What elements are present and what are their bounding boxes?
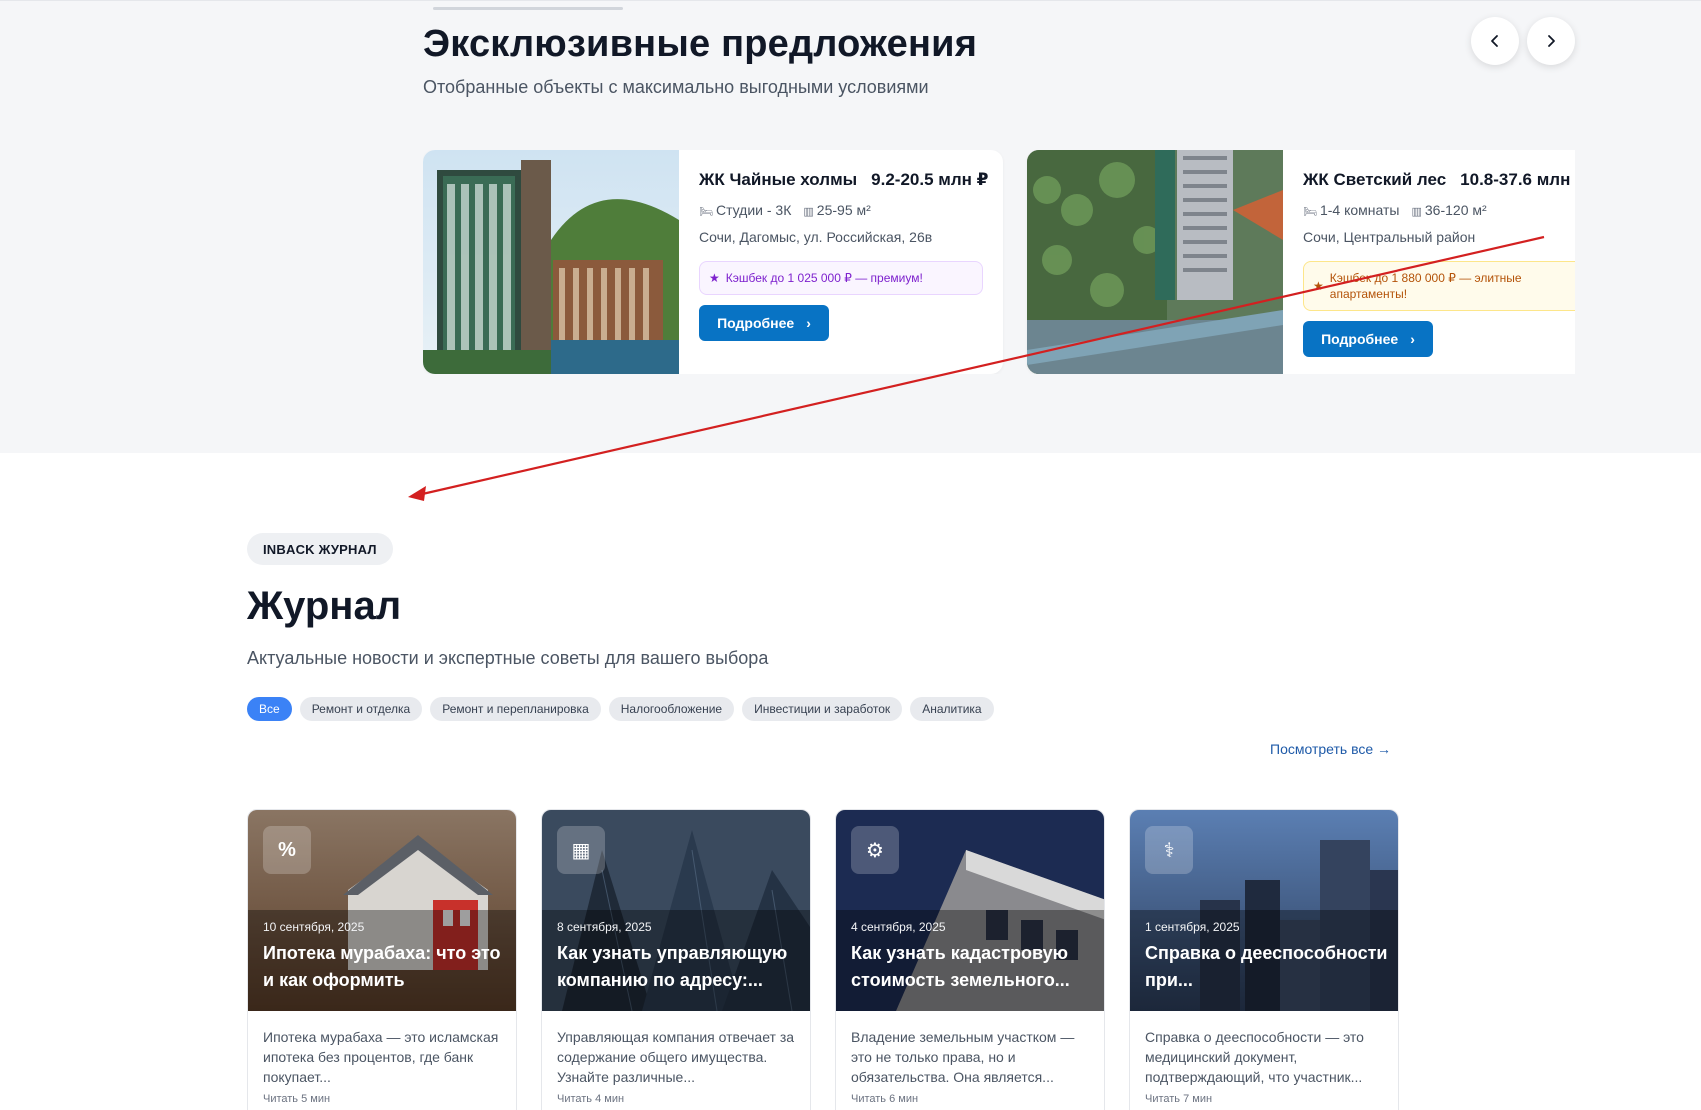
- article-title: Как узнать кадастровую стоимость земельн…: [851, 943, 1070, 990]
- article-title: Справка о дееспособности при...: [1145, 943, 1388, 990]
- filter-renovation[interactable]: Ремонт и отделка: [299, 697, 423, 721]
- offer-area: ▥ 25-95 м²: [803, 202, 871, 218]
- cashback-badge: ★ Кэшбек до 1 880 000 ₽ — элитные апарта…: [1303, 261, 1575, 311]
- offer-rooms: 🛏 1-4 комнаты: [1303, 202, 1400, 218]
- chevron-right-icon: [1548, 35, 1555, 47]
- journal-subtitle: Актуальные новости и экспертные советы д…: [247, 648, 769, 668]
- details-button[interactable]: Подробнее ›: [699, 305, 829, 341]
- details-button[interactable]: Подробнее ›: [1303, 321, 1433, 357]
- article-title: Как узнать управляющую компанию по адрес…: [557, 943, 788, 990]
- percent-icon: %: [263, 826, 311, 874]
- building-icon: ▦: [557, 826, 605, 874]
- bed-icon: 🛏: [699, 206, 713, 218]
- exclusive-offers-section: Эксклюзивные предложения Отобранные объе…: [0, 0, 1701, 453]
- article-date: 4 сентября, 2025: [851, 920, 946, 934]
- see-all-link[interactable]: Посмотреть все →: [1270, 741, 1391, 757]
- tractor-icon: ⚙: [851, 826, 899, 874]
- offer-card[interactable]: ЖК Светский лес 10.8-37.6 млн 🛏 1-4 комна…: [1027, 150, 1575, 374]
- chevron-right-icon: ›: [806, 315, 811, 331]
- article-image: ▦ 8 сентября, 2025 Как узнать управляющу…: [542, 810, 810, 1011]
- article-read-time: Читать 6 мин: [851, 1093, 919, 1105]
- journal-title: Журнал: [247, 584, 402, 628]
- offer-info: ЖК Светский лес 10.8-37.6 млн 🛏 1-4 комна…: [1303, 170, 1575, 357]
- carousel-next-button[interactable]: [1527, 17, 1575, 65]
- article-read-time: Читать 7 мин: [1145, 1093, 1213, 1105]
- article-image: % 10 сентября, 2025 Ипотека мурабаха: чт…: [248, 810, 516, 1011]
- offer-photo: [1027, 150, 1283, 374]
- offer-name: ЖК Чайные холмы: [699, 170, 858, 189]
- filter-analytics[interactable]: Аналитика: [910, 697, 994, 721]
- article-date: 8 сентября, 2025: [557, 920, 652, 934]
- offer-photo: [423, 150, 679, 374]
- category-filters: Все Ремонт и отделка Ремонт и перепланир…: [247, 697, 994, 721]
- star-icon: ★: [1313, 279, 1324, 293]
- star-icon: ★: [709, 271, 720, 285]
- article-read-time: Читать 5 мин: [263, 1093, 331, 1105]
- cashback-badge: ★ Кэшбек до 1 025 000 ₽ — премиум!: [699, 261, 983, 295]
- offer-card[interactable]: ЖК Чайные холмы 9.2-20.5 млн ₽ 🛏 Студии -…: [423, 150, 1003, 374]
- article-excerpt: Владение земельным участком — это не тол…: [851, 1029, 1075, 1085]
- offer-price: 9.2-20.5 млн ₽: [871, 170, 989, 189]
- filter-replanning[interactable]: Ремонт и перепланировка: [430, 697, 601, 721]
- article-excerpt: Справка о дееспособности — это медицинск…: [1145, 1029, 1364, 1085]
- filter-taxation[interactable]: Налогообложение: [608, 697, 735, 721]
- article-image: ⚙ 4 сентября, 2025 Как узнать кадастрову…: [836, 810, 1104, 1011]
- article-card[interactable]: ⚙ 4 сентября, 2025 Как узнать кадастрову…: [835, 809, 1105, 1110]
- stethoscope-icon: ⚕: [1145, 826, 1193, 874]
- chevron-left-icon: [1491, 35, 1498, 47]
- offers-carousel: ЖК Чайные холмы 9.2-20.5 млн ₽ 🛏 Студии -…: [423, 150, 1575, 374]
- section-tab-indicator: [433, 7, 623, 10]
- exclusive-title: Эксклюзивные предложения: [423, 23, 978, 65]
- articles-list: % 10 сентября, 2025 Ипотека мурабаха: чт…: [247, 809, 1399, 1110]
- article-card[interactable]: ⚕ 1 сентября, 2025 Справка о дееспособно…: [1129, 809, 1399, 1110]
- offer-address: Сочи, Дагомыс, ул. Российская, 26в: [699, 229, 933, 245]
- carousel-prev-button[interactable]: [1471, 17, 1519, 65]
- bed-icon: 🛏: [1303, 206, 1317, 218]
- offer-name: ЖК Светский лес: [1303, 170, 1447, 189]
- filter-all[interactable]: Все: [247, 697, 292, 721]
- offer-address: Сочи, Центральный район: [1303, 229, 1476, 245]
- article-card[interactable]: ▦ 8 сентября, 2025 Как узнать управляющу…: [541, 809, 811, 1110]
- article-excerpt: Ипотека мурабаха — это исламская ипотека…: [263, 1029, 499, 1085]
- article-title: Ипотека мурабаха: что это и как оформить: [263, 943, 501, 990]
- exclusive-subtitle: Отобранные объекты с максимально выгодны…: [423, 77, 929, 97]
- journal-chip: INBACK ЖУРНАЛ: [247, 533, 393, 565]
- article-read-time: Читать 4 мин: [557, 1093, 625, 1105]
- article-date: 1 сентября, 2025: [1145, 920, 1240, 934]
- article-date: 10 сентября, 2025: [263, 920, 365, 934]
- offer-area: ▥ 36-120 м²: [1411, 202, 1487, 218]
- article-excerpt: Управляющая компания отвечает за содержа…: [557, 1029, 795, 1085]
- offer-price: 10.8-37.6 млн: [1460, 170, 1571, 189]
- offer-info: ЖК Чайные холмы 9.2-20.5 млн ₽ 🛏 Студии -…: [699, 170, 991, 341]
- article-card[interactable]: % 10 сентября, 2025 Ипотека мурабаха: чт…: [247, 809, 517, 1110]
- filter-investments[interactable]: Инвестиции и заработок: [742, 697, 903, 721]
- article-image: ⚕ 1 сентября, 2025 Справка о дееспособно…: [1130, 810, 1398, 1011]
- offer-rooms: 🛏 Студии - 3К: [699, 202, 792, 218]
- area-icon: ▥: [1411, 206, 1422, 218]
- chevron-right-icon: ›: [1410, 331, 1415, 347]
- area-icon: ▥: [803, 206, 814, 218]
